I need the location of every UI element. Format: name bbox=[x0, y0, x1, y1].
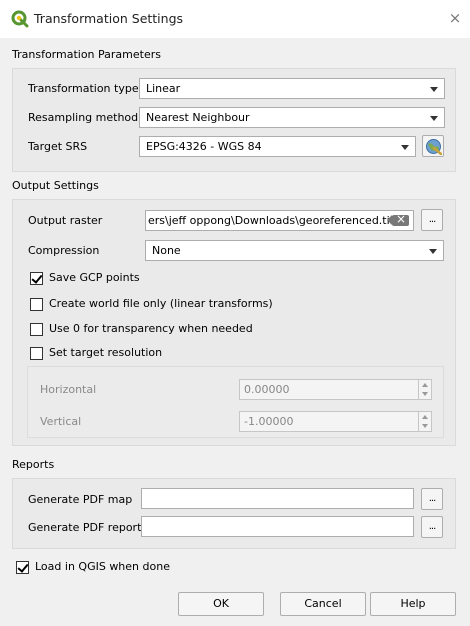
world-file-checkbox[interactable] bbox=[30, 298, 43, 311]
transparency-label: Use 0 for transparency when needed bbox=[49, 322, 253, 335]
spinbox-arrows-icon[interactable] bbox=[418, 412, 431, 431]
output-raster-value: ers\jeff oppong\Downloads\georeferenced.… bbox=[148, 214, 394, 227]
vertical-label: Vertical bbox=[40, 415, 82, 428]
load-in-qgis-checkbox[interactable] bbox=[16, 561, 29, 574]
clear-text-icon[interactable] bbox=[387, 212, 409, 226]
pdf-map-input[interactable] bbox=[141, 488, 414, 509]
save-gcp-label: Save GCP points bbox=[49, 271, 140, 284]
chevron-down-icon bbox=[429, 249, 437, 254]
pdf-report-input[interactable] bbox=[141, 516, 414, 537]
vertical-spinbox[interactable]: -1.00000 bbox=[239, 411, 432, 432]
target-srs-combo[interactable]: EPSG:4326 - WGS 84 bbox=[139, 136, 416, 157]
transparency-checkbox[interactable] bbox=[30, 323, 43, 336]
output-raster-browse-button[interactable]: ... bbox=[421, 209, 443, 231]
world-file-label: Create world file only (linear transform… bbox=[49, 297, 273, 310]
transformation-type-value: Linear bbox=[146, 82, 181, 95]
compression-value: None bbox=[152, 244, 181, 257]
target-resolution-label: Set target resolution bbox=[49, 346, 163, 359]
transformation-parameters-title: Transformation Parameters bbox=[12, 48, 161, 61]
globe-crs-icon bbox=[426, 139, 442, 155]
resampling-method-value: Nearest Neighbour bbox=[146, 111, 250, 124]
compression-combo[interactable]: None bbox=[145, 240, 444, 261]
chevron-down-icon bbox=[430, 116, 438, 121]
compression-label: Compression bbox=[28, 244, 100, 257]
horizontal-label: Horizontal bbox=[40, 383, 97, 396]
window-title: Transformation Settings bbox=[34, 11, 184, 26]
chevron-down-icon bbox=[430, 87, 438, 92]
save-gcp-checkbox[interactable] bbox=[30, 272, 43, 285]
reports-title: Reports bbox=[12, 458, 55, 471]
load-in-qgis-label: Load in QGIS when done bbox=[35, 560, 170, 573]
output-settings-title: Output Settings bbox=[12, 179, 99, 192]
vertical-value: -1.00000 bbox=[244, 415, 294, 428]
cancel-button[interactable]: Cancel bbox=[280, 592, 366, 616]
pdf-report-browse-button[interactable]: ... bbox=[421, 516, 443, 538]
output-raster-input[interactable]: ers\jeff oppong\Downloads\georeferenced.… bbox=[145, 210, 414, 231]
pdf-map-browse-button[interactable]: ... bbox=[421, 488, 443, 510]
resampling-method-combo[interactable]: Nearest Neighbour bbox=[139, 107, 445, 128]
horizontal-spinbox[interactable]: 0.00000 bbox=[239, 379, 432, 400]
spinbox-arrows-icon[interactable] bbox=[418, 380, 431, 399]
ok-button[interactable]: OK bbox=[178, 592, 264, 616]
select-crs-button[interactable] bbox=[422, 135, 444, 157]
help-button[interactable]: Help bbox=[370, 592, 456, 616]
pdf-map-label: Generate PDF map bbox=[28, 493, 133, 506]
transformation-type-combo[interactable]: Linear bbox=[139, 78, 445, 99]
target-resolution-checkbox[interactable] bbox=[30, 347, 43, 360]
target-srs-label: Target SRS bbox=[28, 140, 88, 153]
qgis-logo-icon bbox=[11, 10, 29, 28]
pdf-report-label: Generate PDF report bbox=[28, 521, 142, 534]
target-srs-value: EPSG:4326 - WGS 84 bbox=[146, 140, 262, 153]
chevron-down-icon bbox=[401, 145, 409, 150]
resampling-method-label: Resampling method bbox=[28, 111, 139, 124]
output-raster-label: Output raster bbox=[28, 214, 103, 227]
transformation-type-label: Transformation type bbox=[28, 82, 139, 95]
close-icon[interactable]: × bbox=[446, 8, 464, 28]
horizontal-value: 0.00000 bbox=[244, 383, 290, 396]
